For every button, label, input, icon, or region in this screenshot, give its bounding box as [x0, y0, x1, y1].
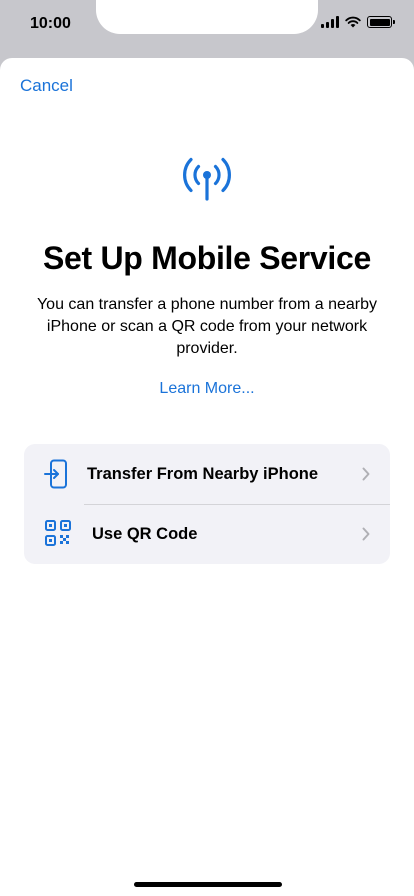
transfer-phone-icon: [44, 459, 70, 494]
option-label: Use QR Code: [92, 524, 198, 543]
battery-fill: [369, 18, 390, 26]
home-indicator[interactable]: [134, 882, 282, 887]
setup-sheet: Cancel Set Up Mobile Service You can tra…: [0, 58, 414, 896]
wifi-icon: [345, 16, 361, 28]
page-title: Set Up Mobile Service: [42, 240, 372, 276]
battery-icon: [367, 16, 395, 28]
status-icons: [321, 16, 395, 28]
cellular-signal-icon: [321, 16, 339, 28]
cancel-button[interactable]: Cancel: [20, 76, 73, 96]
notch: [96, 0, 318, 34]
transfer-from-nearby-iphone-option[interactable]: Transfer From Nearby iPhone: [24, 444, 390, 504]
qr-code-icon: [44, 519, 72, 552]
learn-more-link[interactable]: Learn More...: [0, 380, 414, 398]
option-label: Transfer From Nearby iPhone: [87, 464, 319, 483]
setup-options-list: Transfer From Nearby iPhone Use QR Code: [24, 444, 390, 564]
device-screen: 10:00 Cancel Set Up Mobile Service You c…: [0, 0, 414, 896]
use-qr-code-option[interactable]: Use QR Code: [24, 504, 390, 564]
status-time: 10:00: [30, 15, 71, 32]
page-description: You can transfer a phone number from a n…: [36, 296, 378, 357]
antenna-icon: [180, 155, 234, 206]
chevron-right-icon: [362, 527, 370, 546]
chevron-right-icon: [362, 467, 370, 486]
